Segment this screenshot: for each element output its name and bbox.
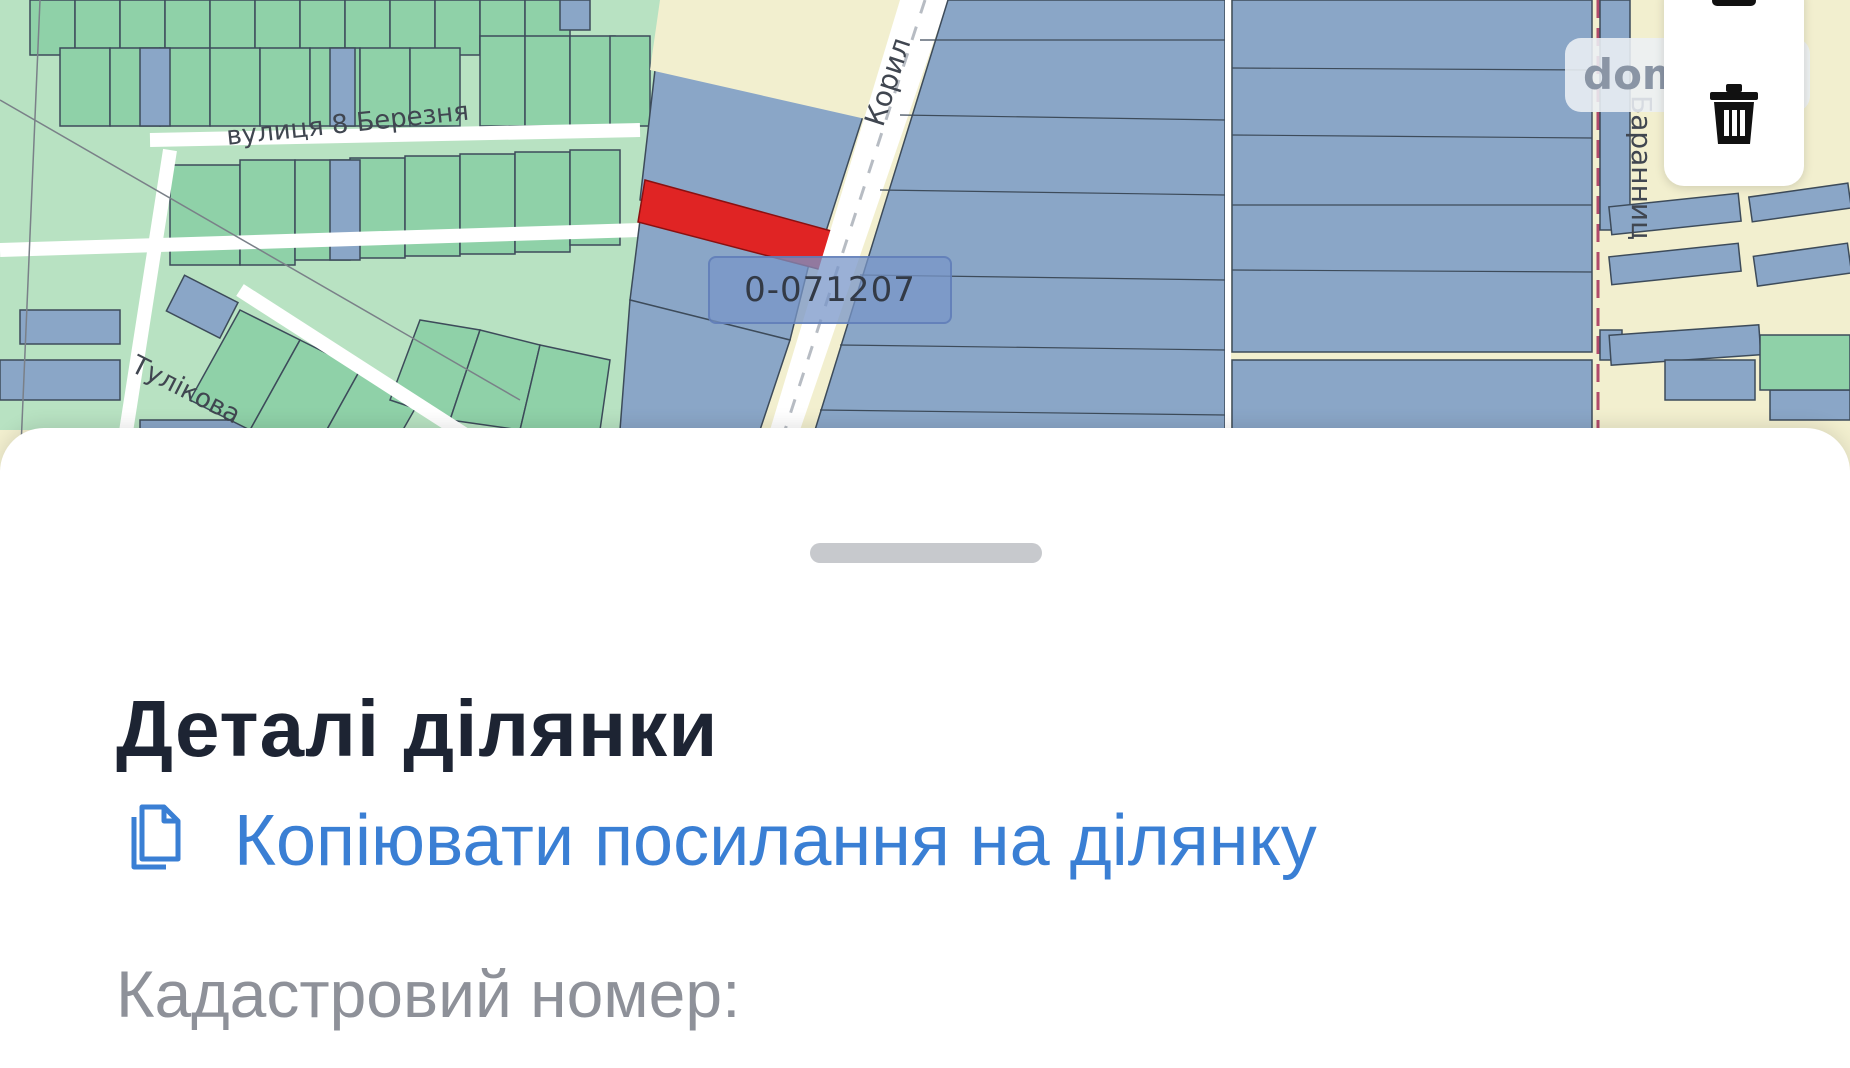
copy-link-button[interactable]: Копіювати посилання на ділянку — [120, 800, 1317, 882]
map-tools-panel — [1664, 0, 1804, 186]
map-view[interactable]: вулиця 8 Березня Тулікова Корил Баранниц… — [0, 0, 1850, 470]
sheet-title: Деталі ділянки — [116, 684, 719, 773]
copy-icon — [120, 803, 184, 880]
copy-link-label: Копіювати посилання на ділянку — [234, 801, 1317, 881]
trash-icon[interactable] — [1704, 80, 1764, 150]
details-sheet: Деталі ділянки Копіювати посилання на ді… — [0, 428, 1850, 1068]
sheet-drag-handle[interactable] — [810, 543, 1042, 563]
street-label: Баранниц — [1625, 95, 1658, 241]
parcel-id-label[interactable]: 0-071207 — [708, 256, 952, 324]
cadastral-number-label: Кадастровий номер: — [116, 957, 741, 1031]
map-tool-icon[interactable] — [1706, 0, 1762, 20]
